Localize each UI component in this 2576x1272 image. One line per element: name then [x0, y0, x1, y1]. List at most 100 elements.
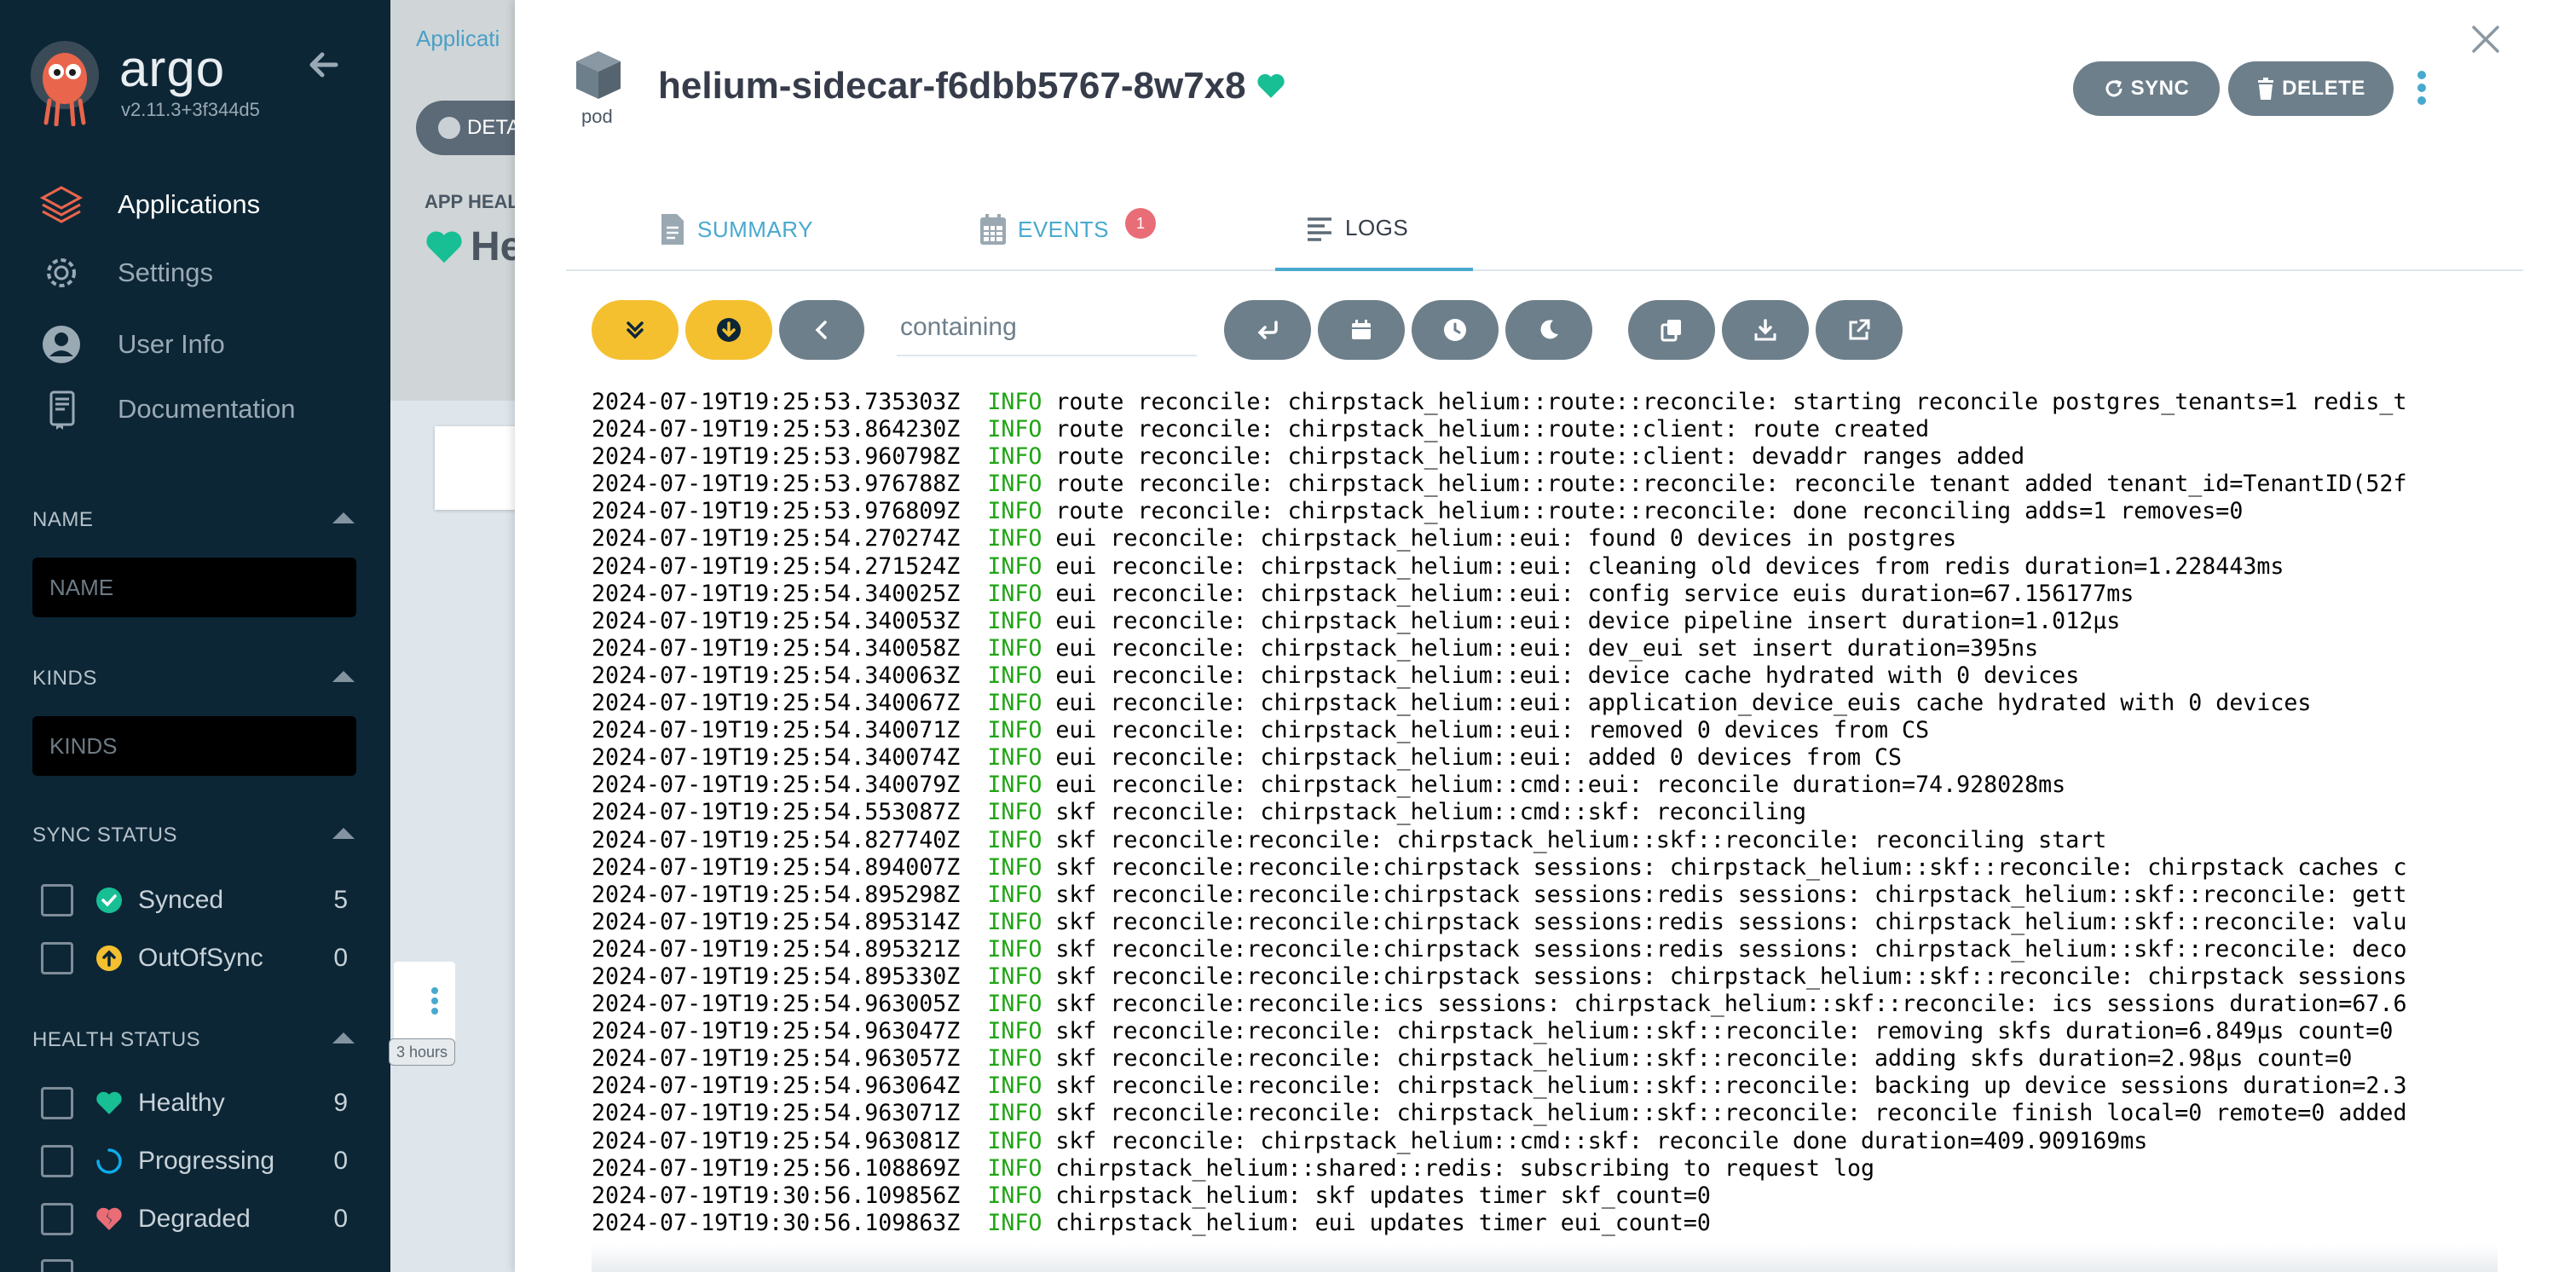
log-line: 2024-07-19T19:25:53.976809Z INFO route r…: [592, 498, 2498, 525]
log-line: 2024-07-19T19:25:54.895298Z INFO skf rec…: [592, 882, 2498, 909]
follow-logs-button[interactable]: [592, 300, 679, 360]
heart-icon: [95, 1090, 123, 1117]
log-timestamp: 2024-07-19T19:25:54.340079Z: [592, 772, 961, 799]
collapse-kinds-filter-icon[interactable]: [332, 671, 355, 682]
log-line: 2024-07-19T19:25:53.864230Z INFO route r…: [592, 416, 2498, 443]
nav-applications[interactable]: Applications: [39, 181, 260, 228]
log-timestamp: 2024-07-19T19:25:53.976809Z: [592, 498, 961, 525]
kinds-filter-input[interactable]: [32, 716, 356, 776]
details-button-label: DETA: [467, 116, 521, 139]
sync-button[interactable]: SYNC: [2073, 61, 2220, 116]
checkbox[interactable]: [41, 884, 73, 916]
tab-logs[interactable]: LOGS: [1275, 188, 1473, 271]
log-timestamp: 2024-07-19T19:25:54.895298Z: [592, 881, 961, 908]
log-line: 2024-07-19T19:25:54.340074Z INFO eui rec…: [592, 744, 2498, 772]
calendar-timestamp-icon: [1352, 320, 1371, 339]
log-level: INFO: [987, 1154, 1043, 1182]
log-level: INFO: [987, 443, 1043, 471]
log-timestamp: 2024-07-19T19:25:54.963064Z: [592, 1073, 961, 1100]
info-icon: [438, 117, 460, 139]
facet-synced[interactable]: Synced 5: [41, 883, 348, 917]
name-filter-input[interactable]: [32, 558, 356, 617]
log-message: skf reconcile:reconcile:chirpstack sessi…: [1055, 881, 2407, 908]
log-line: 2024-07-19T19:25:54.894007Z INFO skf rec…: [592, 854, 2498, 882]
log-level: INFO: [987, 471, 1043, 498]
log-level: INFO: [987, 853, 1043, 881]
wrap-lines-button[interactable]: [1224, 300, 1311, 360]
log-timestamp: 2024-07-19T19:25:54.963081Z: [592, 1127, 961, 1154]
facet-count: 5: [333, 886, 348, 914]
download-logs-button[interactable]: [1722, 300, 1809, 360]
pod-cube-icon: [573, 48, 624, 102]
argo-logo[interactable]: [29, 41, 101, 127]
log-message: eui reconcile: chirpstack_helium::eui: a…: [1055, 690, 2312, 717]
open-in-new-window-button[interactable]: [1816, 300, 1903, 360]
facet-progressing[interactable]: Progressing 0: [41, 1144, 348, 1178]
log-timestamp: 2024-07-19T19:25:54.553087Z: [592, 799, 961, 826]
log-level: INFO: [987, 525, 1043, 552]
log-viewer[interactable]: 2024-07-19T19:25:53.735303Z INFO route r…: [592, 389, 2498, 1272]
panel-tabs: SUMMARY EVENTS 1 LOGS: [566, 188, 2523, 271]
show-timestamps-button[interactable]: [1318, 300, 1405, 360]
log-timestamp: 2024-07-19T19:25:54.895321Z: [592, 935, 961, 963]
log-line: 2024-07-19T19:25:54.963047Z INFO skf rec…: [592, 1018, 2498, 1045]
dark-mode-button[interactable]: [1505, 300, 1592, 360]
log-level: INFO: [987, 908, 1043, 935]
filter-kinds-title: KINDS: [32, 667, 97, 690]
nav-documentation[interactable]: Documentation: [39, 385, 296, 433]
collapse-sidebar-button[interactable]: [305, 46, 343, 84]
log-message: chirpstack_helium::shared::redis: subscr…: [1055, 1154, 1875, 1182]
log-message: eui reconcile: chirpstack_helium::eui: c…: [1055, 580, 2134, 607]
trash-icon: [2258, 78, 2274, 100]
facet-suspended[interactable]: [41, 1258, 348, 1272]
clock-icon: [1444, 319, 1466, 341]
checkbox[interactable]: [41, 942, 73, 974]
facet-degraded[interactable]: Degraded 0: [41, 1202, 348, 1236]
checkbox[interactable]: [41, 1203, 73, 1235]
checkbox[interactable]: [41, 1259, 73, 1272]
log-message: route reconcile: chirpstack_helium::rout…: [1055, 416, 1930, 443]
log-level: INFO: [987, 1209, 1043, 1236]
scroll-to-bottom-button[interactable]: [685, 300, 772, 360]
nav-user-info[interactable]: User Info: [39, 321, 225, 368]
log-line: 2024-07-19T19:25:53.976788Z INFO route r…: [592, 471, 2498, 498]
facet-label: Degraded: [138, 1205, 251, 1233]
collapse-sync-status-icon[interactable]: [332, 828, 355, 839]
log-level: INFO: [987, 935, 1043, 963]
facet-outofsync[interactable]: OutOfSync 0: [41, 941, 348, 975]
checkbox[interactable]: [41, 1145, 73, 1177]
events-count-badge: 1: [1125, 208, 1156, 239]
log-line: 2024-07-19T19:25:54.963064Z INFO skf rec…: [592, 1073, 2498, 1100]
resource-node[interactable]: [394, 962, 455, 1044]
log-line: 2024-07-19T19:25:54.340025Z INFO eui rec…: [592, 581, 2498, 608]
delete-button[interactable]: DELETE: [2228, 61, 2394, 116]
close-panel-button[interactable]: [2467, 20, 2504, 58]
more-actions-button[interactable]: [2409, 66, 2434, 109]
log-level: INFO: [987, 826, 1043, 853]
log-message: skf reconcile:reconcile:chirpstack sessi…: [1055, 935, 2407, 963]
log-level: INFO: [987, 552, 1043, 580]
close-icon: [2472, 26, 2499, 53]
since-time-button[interactable]: [1412, 300, 1499, 360]
tab-summary[interactable]: SUMMARY: [658, 188, 813, 271]
checkbox[interactable]: [41, 1087, 73, 1119]
collapse-name-filter-icon[interactable]: [332, 512, 355, 523]
previous-container-button[interactable]: [779, 300, 864, 360]
moon-icon: [1540, 320, 1558, 339]
log-message: skf reconcile:reconcile: chirpstack_heli…: [1055, 1073, 2407, 1100]
collapse-health-status-icon[interactable]: [332, 1032, 355, 1044]
log-timestamp: 2024-07-19T19:25:53.735303Z: [592, 389, 961, 415]
log-level: INFO: [987, 662, 1043, 689]
facet-healthy[interactable]: Healthy 9: [41, 1086, 348, 1120]
brand-name: argo: [119, 40, 226, 97]
log-message: chirpstack_helium: eui updates timer eui…: [1055, 1209, 1711, 1236]
breadcrumb-applications[interactable]: Applicati: [416, 26, 500, 52]
log-level: INFO: [987, 634, 1043, 662]
copy-logs-button[interactable]: [1628, 300, 1715, 360]
tab-events[interactable]: EVENTS: [979, 188, 1109, 271]
log-message: eui reconcile: chirpstack_helium::eui: d…: [1055, 634, 2039, 662]
user-icon: [39, 322, 84, 367]
log-filter-input[interactable]: [897, 300, 1197, 356]
nav-settings[interactable]: Settings: [39, 249, 213, 297]
download-icon: [1754, 319, 1776, 341]
